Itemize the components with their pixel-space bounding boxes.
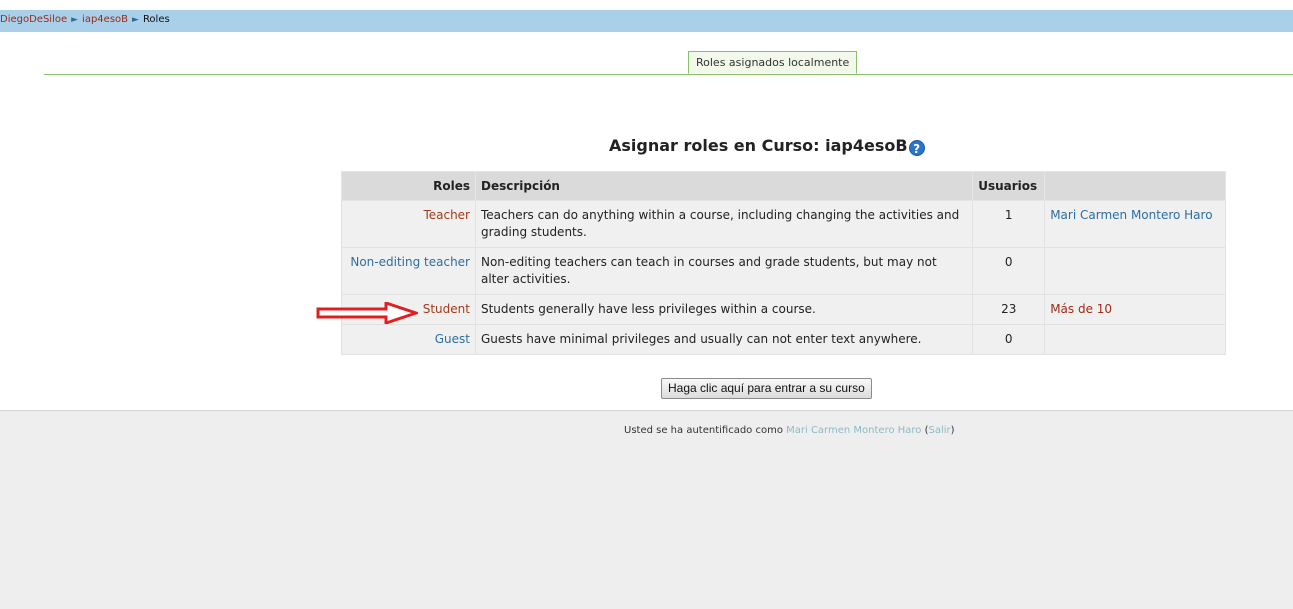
- tab-divider: [44, 74, 1293, 75]
- help-icon[interactable]: ?: [908, 140, 925, 156]
- table-header-row: Roles Descripción Usuarios: [341, 171, 1226, 201]
- role-link-teacher[interactable]: Teacher: [423, 208, 470, 222]
- role-link-non-editing-teacher[interactable]: Non-editing teacher: [350, 255, 470, 269]
- breadcrumb-item-course[interactable]: iap4esoB: [82, 14, 128, 25]
- column-header-users[interactable]: Usuarios: [972, 171, 1046, 201]
- table-row: Teacher Teachers can do anything within …: [341, 200, 1226, 248]
- user-profile-link[interactable]: Mari Carmen Montero Haro: [786, 425, 921, 436]
- users-count-cell: 0: [972, 247, 1046, 295]
- description-cell: Non-editing teachers can teach in course…: [474, 247, 974, 295]
- role-link-guest[interactable]: Guest: [435, 332, 470, 346]
- role-cell: Teacher: [341, 200, 476, 248]
- members-cell: Más de 10: [1044, 294, 1226, 325]
- annotation-arrow-icon: [316, 302, 418, 324]
- page-title-text: Asignar roles en Curso: iap4esoB: [609, 136, 908, 155]
- navigation-bar: [0, 10, 1293, 32]
- paren-open: (: [921, 425, 929, 436]
- role-cell: Guest: [341, 324, 476, 355]
- table-row: Student Students generally have less pri…: [341, 294, 1226, 325]
- roles-table: Roles Descripción Usuarios Teacher Teach…: [341, 171, 1226, 355]
- column-header-description[interactable]: Descripción: [474, 171, 974, 201]
- role-link-student[interactable]: Student: [423, 302, 470, 316]
- members-cell: Mari Carmen Montero Haro: [1044, 200, 1226, 248]
- tab-local-roles[interactable]: Roles asignados localmente: [688, 51, 858, 74]
- role-cell: Non-editing teacher: [341, 247, 476, 295]
- description-cell: Students generally have less privileges …: [474, 294, 974, 325]
- breadcrumb-separator-icon: ►: [71, 15, 79, 25]
- member-link[interactable]: Mari Carmen Montero Haro: [1050, 208, 1212, 222]
- logout-link[interactable]: Salir: [929, 425, 951, 436]
- members-cell: [1044, 324, 1226, 355]
- column-header-members: [1044, 171, 1226, 201]
- footer: Usted se ha autentificado como Mari Carm…: [0, 410, 1293, 609]
- table-row: Non-editing teacher Non-editing teachers…: [341, 247, 1226, 295]
- description-cell: Teachers can do anything within a course…: [474, 200, 974, 248]
- description-cell: Guests have minimal privileges and usual…: [474, 324, 974, 355]
- enter-course-button[interactable]: Haga clic aquí para entrar a su curso: [661, 378, 872, 399]
- login-info-prefix: Usted se ha autentificado como: [624, 425, 787, 436]
- column-header-roles[interactable]: Roles: [341, 171, 476, 201]
- users-count-cell: 23: [972, 294, 1046, 325]
- paren-close: ): [950, 425, 955, 436]
- users-count-cell: 0: [972, 324, 1046, 355]
- breadcrumb: DiegoDeSiloe ► iap4esoB ► Roles: [0, 14, 170, 26]
- members-cell: [1044, 247, 1226, 295]
- breadcrumb-separator-icon: ►: [132, 15, 139, 25]
- more-members-link[interactable]: Más de 10: [1050, 302, 1112, 316]
- breadcrumb-item-current: Roles: [142, 14, 170, 25]
- table-row: Guest Guests have minimal privileges and…: [341, 324, 1226, 355]
- breadcrumb-item-site[interactable]: DiegoDeSiloe: [0, 14, 67, 25]
- login-info: Usted se ha autentificado como Mari Carm…: [624, 425, 955, 436]
- page-title: Asignar roles en Curso: iap4esoB?: [609, 136, 925, 156]
- users-count-cell: 1: [972, 200, 1046, 248]
